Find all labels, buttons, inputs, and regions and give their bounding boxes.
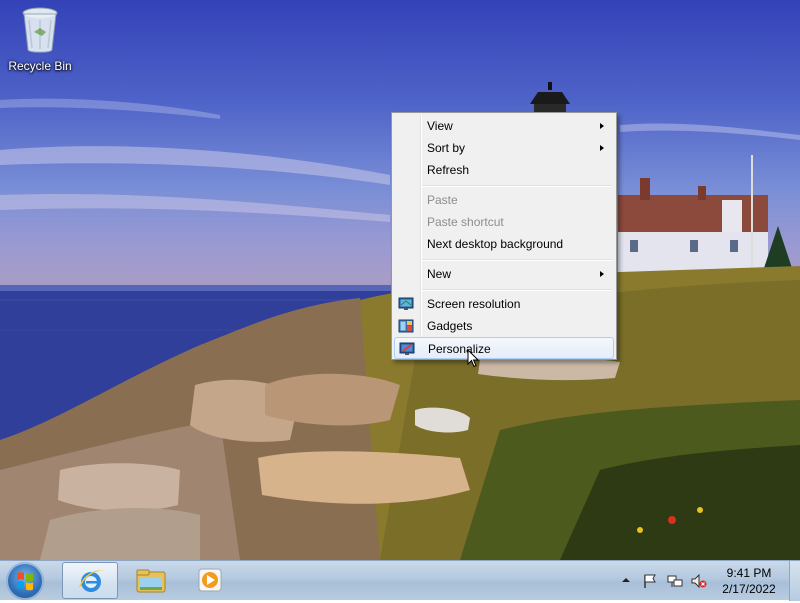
menu-item-label: Paste shortcut xyxy=(427,215,504,229)
show-desktop-button[interactable] xyxy=(789,561,800,601)
network-button[interactable] xyxy=(667,573,683,589)
action-center-flag-icon xyxy=(644,574,656,588)
menu-item-refresh[interactable]: Refresh xyxy=(394,159,614,181)
personalize-icon xyxy=(399,342,415,355)
windows-explorer-icon xyxy=(136,569,166,593)
menu-item-label: Refresh xyxy=(427,163,470,177)
show-hidden-icons-icon xyxy=(622,578,630,582)
gadgets-icon xyxy=(398,319,414,333)
desktop-icon-recycle-bin[interactable]: Recycle Bin xyxy=(4,6,76,73)
clock-date: 2/17/2022 xyxy=(722,582,776,596)
start-button[interactable] xyxy=(6,562,44,600)
menu-item-label: Gadgets xyxy=(427,319,473,333)
network-icon xyxy=(667,575,683,587)
taskbar-internet-explorer[interactable] xyxy=(62,562,118,599)
menu-item-screen-resolution[interactable]: Screen resolution xyxy=(394,293,614,315)
volume-muted-icon xyxy=(691,573,707,589)
menu-item-label: Paste xyxy=(427,193,458,207)
submenu-arrow-icon xyxy=(600,145,604,151)
volume-button[interactable] xyxy=(691,573,707,589)
taskbar: 9:41 PM 2/17/2022 xyxy=(0,560,800,601)
taskbar-media-player[interactable] xyxy=(182,562,238,599)
menu-item-label: Screen resolution xyxy=(427,297,521,311)
windows-logo-icon xyxy=(17,572,33,591)
menu-separator xyxy=(422,259,612,261)
recycle-bin-label: Recycle Bin xyxy=(8,59,72,73)
submenu-arrow-icon xyxy=(600,271,604,277)
clock-time: 9:41 PM xyxy=(726,566,772,580)
menu-item-next-desktop-background[interactable]: Next desktop background xyxy=(394,233,614,255)
menu-item-label: New xyxy=(427,267,452,281)
menu-item-new[interactable]: New xyxy=(394,263,614,285)
menu-item-label: Next desktop background xyxy=(427,237,564,251)
desktop-context-menu: View Sort by Refresh Paste Paste shortcu… xyxy=(391,112,617,360)
desktop[interactable]: Recycle Bin View Sort by Refresh Paste P… xyxy=(0,0,800,560)
menu-item-paste: Paste xyxy=(394,189,614,211)
internet-explorer-icon xyxy=(79,570,104,592)
taskbar-clock[interactable]: 9:41 PM 2/17/2022 xyxy=(712,565,786,597)
media-player-icon xyxy=(198,568,222,592)
menu-item-personalize[interactable]: Personalize xyxy=(394,337,614,359)
recycle-bin-icon xyxy=(22,7,58,53)
menu-item-gadgets[interactable]: Gadgets xyxy=(394,315,614,337)
menu-separator xyxy=(422,185,612,187)
menu-item-view[interactable]: View xyxy=(394,115,614,137)
show-hidden-icons-button[interactable] xyxy=(621,574,637,590)
menu-item-label: Personalize xyxy=(428,342,491,356)
menu-item-paste-shortcut: Paste shortcut xyxy=(394,211,614,233)
taskbar-windows-explorer[interactable] xyxy=(122,562,178,599)
screen-resolution-icon xyxy=(398,297,414,310)
menu-item-label: View xyxy=(427,119,453,133)
menu-separator xyxy=(422,289,612,291)
menu-item-label: Sort by xyxy=(427,141,466,155)
menu-item-sort-by[interactable]: Sort by xyxy=(394,137,614,159)
mouse-cursor-icon xyxy=(467,349,479,368)
action-center-button[interactable] xyxy=(642,573,658,589)
submenu-arrow-icon xyxy=(600,123,604,129)
